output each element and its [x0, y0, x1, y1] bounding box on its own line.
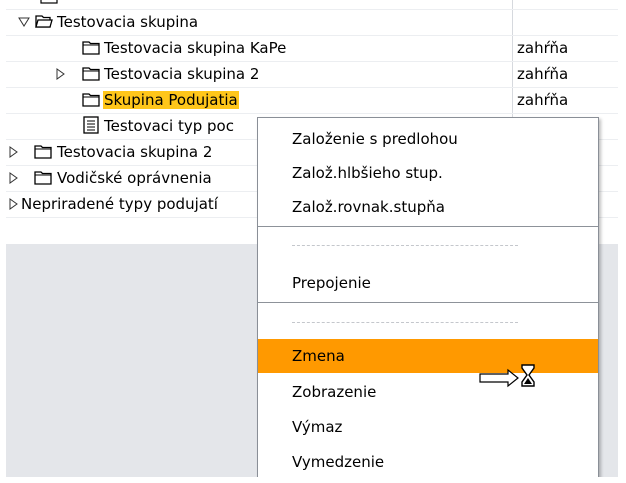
menu-item-display[interactable]: Zobrazenie	[258, 375, 598, 409]
menu-item-change[interactable]: Zmena	[258, 339, 598, 373]
menu-item-label: Zmena	[292, 347, 345, 365]
tree-item-label[interactable]: Skupina Podujatia	[103, 91, 239, 109]
folder-icon	[34, 145, 52, 159]
menu-item-delete[interactable]: Výmaz	[258, 410, 598, 444]
tree-item-label[interactable]: Testovaci typ poc	[104, 117, 234, 135]
tree-row-partial[interactable]	[6, 0, 618, 10]
menu-item-relink[interactable]: Prepojenie	[258, 266, 598, 300]
menu-item-create-same-level[interactable]: Založ.rovnak.stupňa	[258, 190, 598, 224]
menu-item-label: Založ.rovnak.stupňa	[292, 198, 445, 216]
relation-cell: zahŕňa	[517, 65, 569, 83]
collapsed-arrow-icon[interactable]	[7, 198, 19, 210]
collapsed-arrow-icon[interactable]	[7, 146, 19, 158]
menu-item-label: Zobrazenie	[292, 383, 377, 401]
tree-row-selected[interactable]: Skupina Podujatia zahŕňa	[6, 88, 618, 114]
tree-item-label[interactable]: Testovacia skupina 2	[57, 143, 212, 161]
folder-icon	[82, 41, 100, 55]
collapsed-arrow-icon[interactable]	[54, 68, 66, 80]
tree-row[interactable]: Testovacia skupina 2 zahŕňa	[6, 62, 618, 88]
tree-item-label[interactable]: Testovacia skupina KaPe	[104, 39, 286, 57]
tree-item-label[interactable]: Nepriradené typy podujatí	[21, 195, 218, 213]
menu-item-label: Založenie s predlohou	[292, 130, 458, 148]
menu-item-label: Založ.hlbšieho stup.	[292, 164, 443, 182]
menu-item-create-lower-level[interactable]: Založ.hlbšieho stup.	[258, 156, 598, 190]
folder-icon	[82, 67, 100, 81]
context-menu: Založenie s predlohou Založ.hlbšieho stu…	[257, 117, 599, 477]
menu-separator	[258, 302, 598, 303]
expanded-arrow-icon[interactable]	[18, 16, 30, 28]
menu-item-create-with-template[interactable]: Založenie s predlohou	[258, 122, 598, 156]
folder-icon	[82, 93, 100, 107]
tree-item-label[interactable]: Testovacia skupina	[57, 13, 198, 31]
menu-dashed-divider	[292, 322, 518, 323]
menu-dashed-divider	[292, 245, 518, 246]
menu-separator	[258, 226, 598, 227]
tree-item-label[interactable]: Vodičské oprávnenia	[57, 169, 212, 187]
tree-item-label[interactable]: Testovacia skupina 2	[104, 65, 259, 83]
relation-cell: zahŕňa	[517, 39, 569, 57]
menu-item-delimit[interactable]: Vymedzenie	[258, 445, 598, 477]
tree-row[interactable]: Testovacia skupina KaPe zahŕňa	[6, 36, 618, 62]
hierarchy-tree-frame: Testovacia skupina Testovacia skupina Ka…	[6, 0, 618, 477]
relation-cell: zahŕňa	[517, 91, 569, 109]
menu-item-label: Prepojenie	[292, 274, 371, 292]
open-folder-icon	[35, 15, 53, 28]
menu-item-label: Výmaz	[292, 418, 343, 436]
menu-item-label: Vymedzenie	[292, 453, 385, 471]
document-icon	[83, 116, 99, 134]
folder-icon	[34, 171, 52, 185]
busy-arrow-hourglass-icon	[479, 364, 535, 388]
tree-row[interactable]: Testovacia skupina	[6, 10, 618, 36]
collapsed-arrow-icon[interactable]	[7, 172, 19, 184]
folder-icon	[40, 0, 58, 4]
